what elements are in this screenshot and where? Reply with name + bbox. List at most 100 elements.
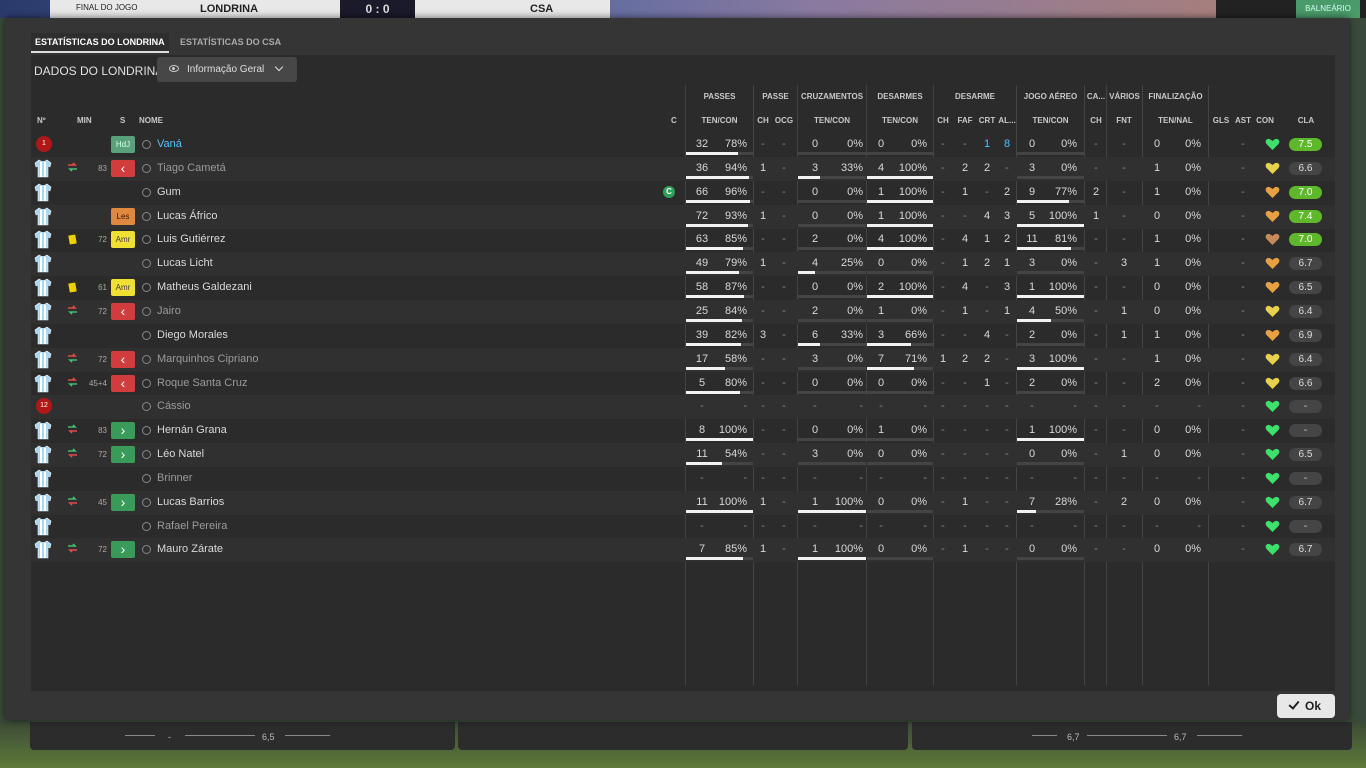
table-row[interactable]: 72 Amr Luis Gutiérrez 63 85% - -2 0% 4 100% -4 1 2 11…	[31, 228, 1335, 252]
table-row[interactable]: 83 › Hernán Grana 8 100% - - 0 0% 1 0% - - - - 1 100% - - 0…	[31, 419, 1335, 443]
player-name[interactable]: Matheus Galdezani	[157, 281, 337, 293]
stat-cell: 1	[1153, 257, 1161, 270]
player-name[interactable]: Cássio	[157, 400, 337, 412]
player-name[interactable]: Mauro Zárate	[157, 543, 337, 555]
header-group: FINALIZAÇÃO	[1148, 92, 1203, 101]
shirt-icon	[34, 183, 52, 202]
stat-cell: -	[1094, 257, 1098, 270]
stat-cell: -	[1122, 209, 1126, 222]
stat-cell: 2	[1028, 328, 1036, 341]
view-select[interactable]: Informação Geral	[157, 57, 297, 82]
table-row[interactable]: Diego Morales 39 82% 3 - 6 33% 3 66% - - 4 - 2 0% - 1 1 0%…	[31, 324, 1335, 348]
table-row[interactable]: 72 › Léo Natel 11 54% - - 3 0% 0 0% - - - - 0 0% - 1 0 0% - 6.…	[31, 443, 1335, 468]
stat-cell: 0%	[1185, 424, 1201, 437]
player-name[interactable]: Jairo	[157, 305, 337, 317]
tab-home-stats[interactable]: ESTATÍSTICAS DO LONDRINA	[31, 33, 169, 53]
stat-cell: 100%	[898, 281, 927, 294]
stat-cell: -	[813, 400, 817, 413]
stat-cell: -	[1241, 281, 1245, 294]
table-row[interactable]: Rafael Pereira - - - - - - - - - - - - - - - - - - - -	[31, 515, 1335, 539]
stat-cell: 0	[811, 281, 819, 294]
stat-cell: 1	[1153, 233, 1161, 246]
stat-cell: -	[941, 138, 945, 150]
table-row[interactable]: Brinner - - - - - - - - - - - - - - - - - - - -	[31, 467, 1335, 491]
stat-bar	[798, 247, 866, 251]
stat-cell: 8	[1003, 138, 1011, 150]
stat-cell: -	[985, 471, 989, 484]
panel-title: DADOS DO LONDRINA	[34, 64, 164, 78]
player-name[interactable]: Vaná	[157, 138, 337, 150]
header-sub: TEN/CON	[882, 116, 918, 125]
rating-badge: -	[1289, 400, 1322, 414]
player-name[interactable]: Hernán Grana	[157, 424, 337, 436]
stat-cell: 50%	[1054, 304, 1077, 317]
player-name[interactable]: Diego Morales	[157, 329, 337, 341]
stat-cell: 2	[1003, 185, 1011, 198]
ok-label: Ok	[1304, 699, 1321, 713]
locker-room-button[interactable]: BALNEÁRIO	[1296, 0, 1360, 18]
stat-cell: 4	[877, 233, 885, 246]
header-group: PASSES	[703, 92, 736, 101]
player-avatar-icon	[142, 473, 151, 483]
header-sub: CH	[937, 116, 949, 125]
shirt-icon	[34, 493, 52, 512]
table-row[interactable]: 12 Cássio - - - - - - - - - - - - - - - - - - - -	[31, 395, 1335, 420]
stat-cell: -	[941, 185, 945, 198]
ok-button[interactable]: Ok	[1277, 694, 1335, 718]
stat-cell: -	[985, 543, 989, 556]
stat-cell: 0	[877, 257, 885, 270]
table-row[interactable]: 72 ‹ Marquinhos Cipriano 17 58% - - 3 0% 7 71% 1 2 2 -…	[31, 347, 1335, 372]
player-name[interactable]: Rafael Pereira	[157, 520, 337, 532]
player-name[interactable]: Roque Santa Cruz	[157, 377, 337, 389]
stat-bar	[798, 295, 866, 299]
player-name[interactable]: Lucas Barrios	[157, 496, 337, 508]
player-name[interactable]: Gum	[157, 186, 337, 198]
table-row[interactable]: 45+4 ‹ Roque Santa Cruz 5 80% - - 0 0% 0 0% - - 1 - 2 0%…	[31, 372, 1335, 396]
stat-cell: -	[782, 352, 786, 365]
stat-cell: 0	[1153, 281, 1161, 294]
table-row[interactable]: Lucas Licht 49 79% 1-4 25% 0 0% -1 2 1 3 0% -3 1 0% -6.…	[31, 252, 1335, 277]
stat-cell: 0	[1028, 138, 1036, 150]
header-sub: CON	[1256, 116, 1274, 125]
table-row[interactable]: Les Lucas Áfrico 72 93% 1-0 0% 1 100% - -4 3 5 100% 1…	[31, 204, 1335, 229]
morale-heart-icon	[1265, 305, 1280, 318]
player-name[interactable]: Léo Natel	[157, 448, 337, 460]
player-name[interactable]: Marquinhos Cipriano	[157, 353, 337, 365]
stat-cell: -	[879, 519, 883, 532]
tab-away-stats[interactable]: ESTATÍSTICAS DO CSA	[176, 33, 285, 53]
player-name[interactable]: Tiago Cametá	[157, 162, 337, 174]
table-row[interactable]: 1 HdJ Vaná 32 78% - -0 0% 0 0% - -1 8 0 0% - -0 0% -7.5	[31, 133, 1335, 157]
stat-cell: -	[985, 519, 989, 532]
table-row[interactable]: 83 ‹ Tiago Cametá 36 94% 1 - 3 33% 4 100% - 2 2 - 3 0% - -…	[31, 156, 1335, 181]
table-row[interactable]: 72 ‹ Jairo 25 84% - - 2 0% 1 0% - 1 - 1 4 50% - 1 0 0% - 6.4	[31, 299, 1335, 324]
stat-cell: 1	[961, 257, 969, 270]
player-name[interactable]: Lucas Licht	[157, 257, 337, 269]
stat-cell: 77%	[1054, 185, 1077, 198]
table-row[interactable]: 61 Amr Matheus Galdezani 58 87% - -0 0% 2 100% -4-…	[31, 276, 1335, 300]
table-row[interactable]: Gum C 66 96% - - 0 0% 1 100% - 1 - 2 9 77% 2 - 1 0% - 7.0	[31, 181, 1335, 205]
shirt-icon	[34, 302, 52, 321]
minute: 72	[98, 545, 107, 555]
stat-cell: -	[700, 519, 704, 532]
table-row[interactable]: 72 › Mauro Zárate 7 85% 1 - 1 100% 0 0% - 1 - - 0 0% - - 0 0…	[31, 538, 1335, 563]
stat-cell: -	[1122, 471, 1126, 484]
stat-bar	[1017, 295, 1084, 299]
stats-panel: DADOS DO LONDRINA Informação Geral PASSE…	[31, 55, 1335, 691]
stat-cell: 85%	[724, 233, 747, 246]
stat-bar	[686, 295, 753, 299]
header-group: VÁRIOS	[1109, 92, 1140, 101]
player-name[interactable]: Brinner	[157, 472, 337, 484]
stat-cell: -	[1241, 376, 1245, 389]
table-row[interactable]: 45 › Lucas Barrios 11 100% 1 - 1 100% 0 0% - 1 - - 7 28%…	[31, 490, 1335, 515]
morale-heart-icon	[1265, 377, 1280, 390]
stat-bar	[867, 271, 933, 275]
stat-cell: -	[1094, 495, 1098, 508]
stat-cell: 80%	[724, 376, 747, 389]
stat-bar	[867, 152, 933, 155]
stat-cell: 11	[696, 495, 708, 508]
stat-cell: -	[1094, 376, 1098, 389]
player-name[interactable]: Lucas Áfrico	[157, 210, 337, 222]
stat-cell: 0	[1153, 543, 1161, 556]
player-name[interactable]: Luis Gutiérrez	[157, 233, 337, 245]
player-avatar-icon	[142, 354, 151, 364]
